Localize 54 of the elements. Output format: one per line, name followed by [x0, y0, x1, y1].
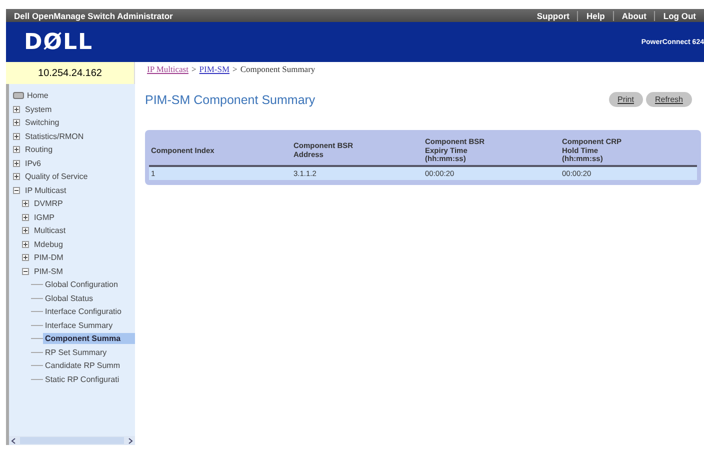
- breadcrumb-link[interactable]: IP Multicast: [147, 64, 188, 74]
- tree-item[interactable]: DVMRP: [32, 198, 65, 210]
- tree-item[interactable]: Quality of Service: [23, 171, 90, 182]
- top-link[interactable]: Support: [528, 10, 578, 20]
- tree-item[interactable]: Global Configuration: [43, 279, 120, 290]
- page-title: PIM-SM Component Summary: [145, 92, 316, 106]
- tree-item[interactable]: IP Multicast: [23, 184, 68, 196]
- tree-item[interactable]: IGMP: [32, 212, 56, 223]
- tree-item[interactable]: PIM-SM: [32, 266, 65, 277]
- tree-item[interactable]: Statistics/RMON: [23, 130, 86, 142]
- expand-icon[interactable]: [13, 146, 20, 154]
- top-link[interactable]: About: [614, 10, 654, 20]
- scroll-right-icon[interactable]: [128, 438, 133, 444]
- tree-item[interactable]: Routing: [23, 144, 55, 156]
- expand-icon[interactable]: [13, 119, 20, 126]
- tree-item[interactable]: IPv6: [23, 158, 44, 169]
- expand-icon[interactable]: [22, 200, 29, 208]
- tree-item[interactable]: PIM-DM: [32, 252, 66, 264]
- breadcrumb-separator: >: [191, 64, 196, 74]
- action-button[interactable]: Print: [608, 92, 643, 107]
- home-icon: [13, 92, 24, 100]
- action-button[interactable]: Refresh: [646, 92, 692, 107]
- expand-icon[interactable]: [22, 227, 29, 234]
- expand-icon[interactable]: [13, 173, 20, 180]
- expand-icon[interactable]: [22, 214, 29, 221]
- horizontal-scrollbar[interactable]: [9, 436, 135, 445]
- expand-icon[interactable]: [13, 106, 20, 113]
- breadcrumb-current: Component Summary: [240, 64, 316, 74]
- tree-item[interactable]: Home: [25, 90, 50, 102]
- tree-item[interactable]: Multicast: [32, 225, 68, 236]
- tree-item[interactable]: Global Status: [43, 292, 96, 304]
- scroll-left-icon[interactable]: [11, 438, 16, 444]
- expand-icon[interactable]: [22, 240, 29, 248]
- expand-icon[interactable]: [13, 160, 20, 167]
- tree-item[interactable]: Interface Summary: [43, 320, 115, 331]
- tree-item[interactable]: Switching: [23, 117, 62, 128]
- logo: DØLL: [24, 30, 94, 54]
- tree-item[interactable]: System: [23, 104, 54, 115]
- tree-item[interactable]: Mdebug: [32, 238, 65, 250]
- app-title: Dell OpenManage Switch Administrator: [14, 10, 173, 20]
- top-link[interactable]: Log Out: [655, 10, 704, 20]
- tree-item[interactable]: Static RP Configurati: [43, 374, 122, 385]
- tree-item[interactable]: Candidate RP Summ: [43, 360, 122, 372]
- expand-icon[interactable]: [22, 254, 29, 262]
- breadcrumb-separator: >: [232, 64, 238, 74]
- top-link[interactable]: Help: [578, 10, 613, 20]
- tree-item[interactable]: RP Set Summary: [43, 346, 109, 358]
- tree-item[interactable]: Interface Configuratio: [43, 306, 124, 318]
- tree-item[interactable]: Component Summa: [43, 333, 135, 344]
- collapse-icon[interactable]: [22, 268, 29, 275]
- breadcrumb-link[interactable]: PIM-SM: [199, 64, 230, 74]
- ip-address: 10.254.24.162: [6, 62, 135, 84]
- collapse-icon[interactable]: [13, 186, 20, 194]
- expand-icon[interactable]: [13, 132, 20, 140]
